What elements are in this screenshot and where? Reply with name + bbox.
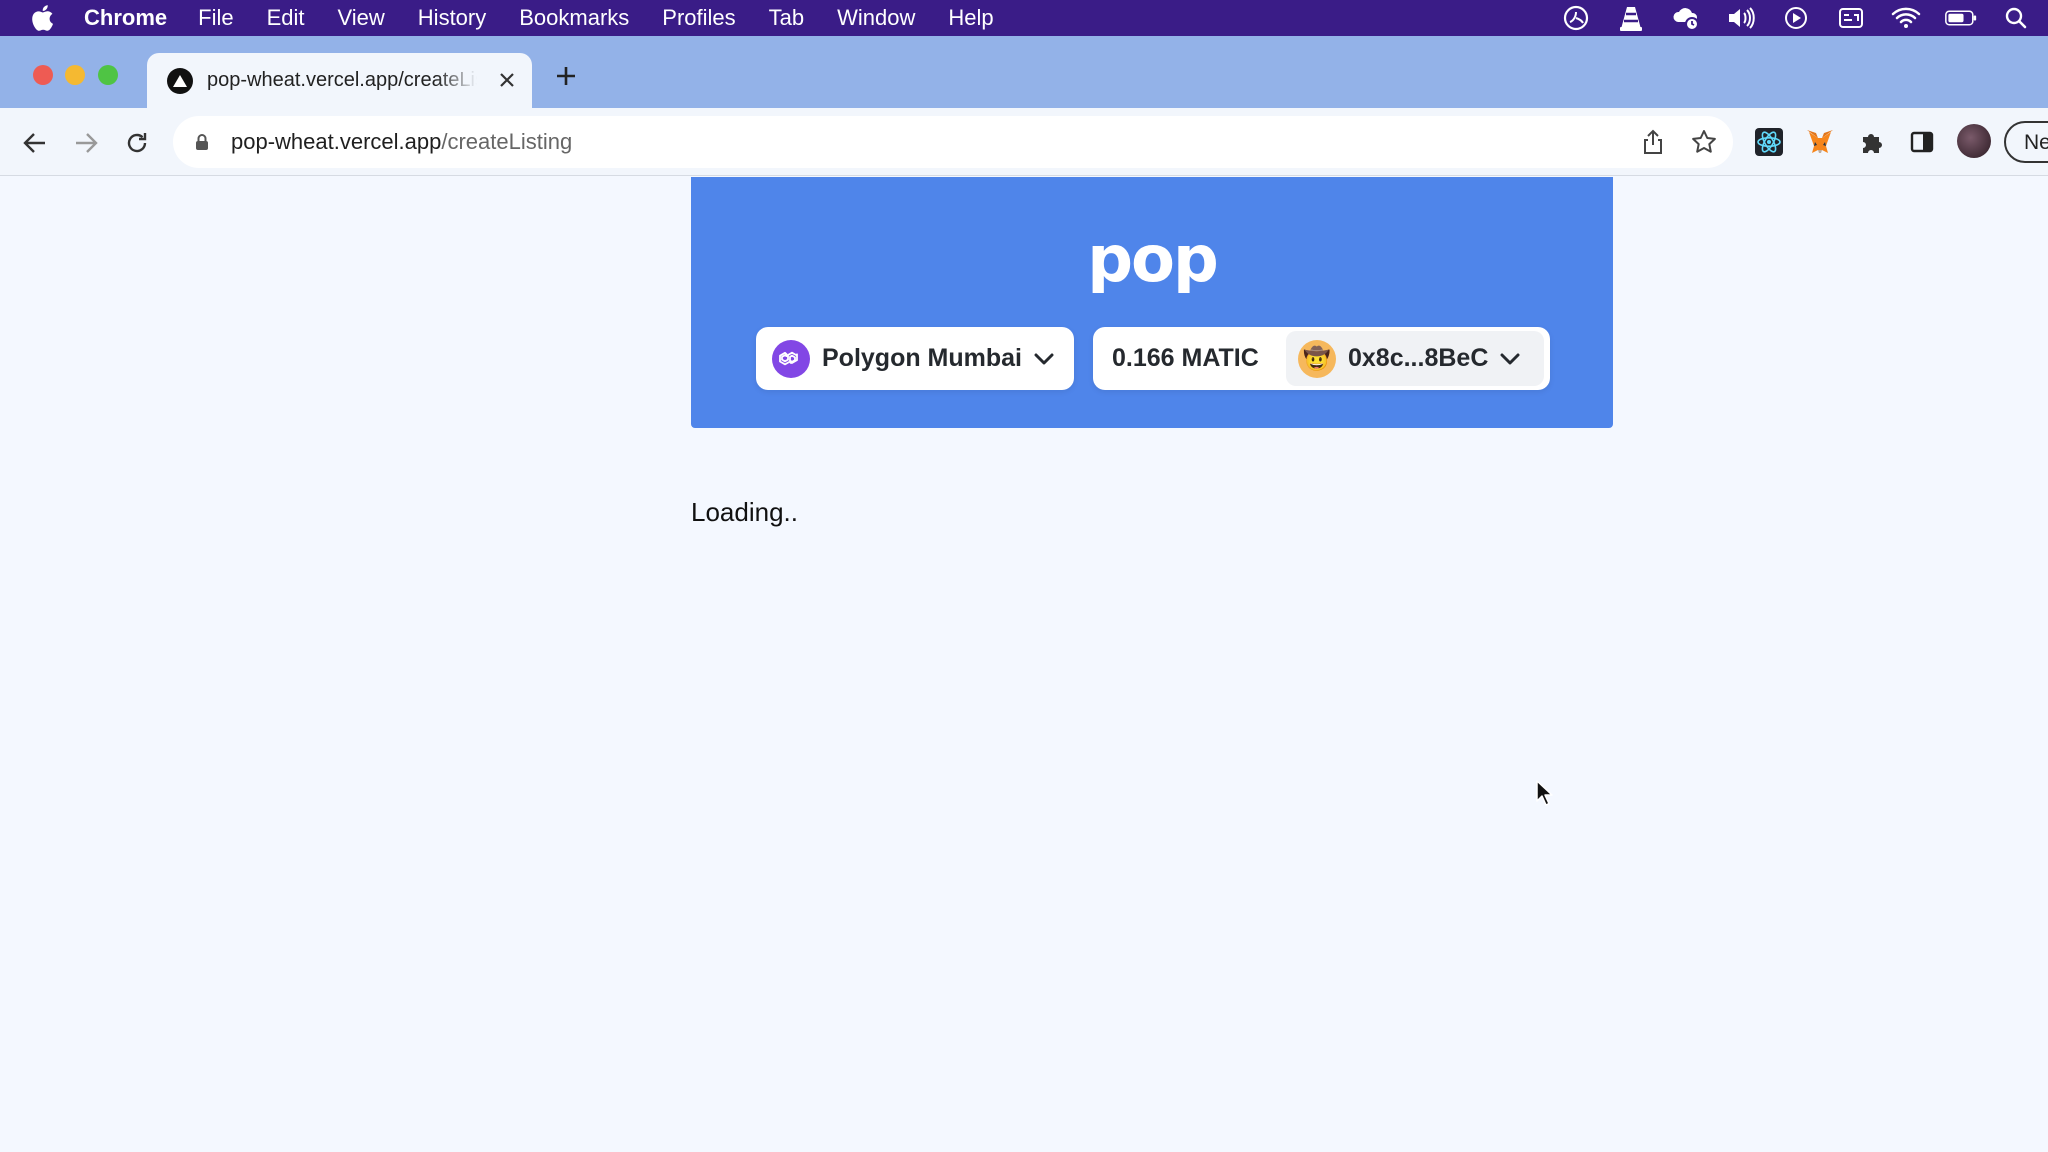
status-icons xyxy=(1537,0,2048,36)
profile-avatar[interactable] xyxy=(1957,124,1991,158)
profile-button[interactable]: New xyxy=(2004,121,2048,163)
forward-arrow-icon[interactable] xyxy=(71,128,101,158)
vlc-cone-icon[interactable] xyxy=(1615,0,1647,36)
tab-close-icon[interactable] xyxy=(496,69,518,91)
new-tab-icon[interactable] xyxy=(553,63,579,89)
back-arrow-icon[interactable] xyxy=(20,128,50,158)
menu-help[interactable]: Help xyxy=(948,5,993,31)
chevron-down-icon xyxy=(1034,352,1056,366)
menu-history[interactable]: History xyxy=(418,5,486,31)
lock-icon[interactable] xyxy=(195,132,213,152)
pop-logo[interactable]: pop xyxy=(1072,231,1232,293)
menu-profiles[interactable]: Profiles xyxy=(662,5,735,31)
loading-text: Loading.. xyxy=(691,497,798,527)
volume-icon[interactable] xyxy=(1725,0,1757,36)
address-bar[interactable]: pop-wheat.vercel.app/createListing xyxy=(173,116,1733,168)
menu-app-name[interactable]: Chrome xyxy=(84,5,167,31)
network-selector-button[interactable]: Polygon Mumbai xyxy=(756,327,1074,390)
wifi-icon[interactable] xyxy=(1890,0,1922,36)
battery-icon[interactable] xyxy=(1945,0,1977,36)
menu-window[interactable]: Window xyxy=(837,5,915,31)
url-host: pop-wheat.vercel.app xyxy=(231,129,442,154)
window-minimize-button[interactable] xyxy=(65,65,85,85)
address-pill[interactable]: 🤠 0x8c...8BeC xyxy=(1286,331,1544,386)
network-name: Polygon Mumbai xyxy=(822,344,1022,372)
window-close-button[interactable] xyxy=(33,65,53,85)
tab-title: pop-wheat.vercel.app/createListing xyxy=(207,69,477,91)
cloud-sync-icon[interactable] xyxy=(1670,0,1702,36)
mouse-cursor-icon xyxy=(1536,780,1553,806)
wallet-address: 0x8c...8BeC xyxy=(1348,344,1489,372)
display-icon[interactable] xyxy=(1835,0,1867,36)
vercel-favicon-icon xyxy=(167,67,193,94)
browser-tab-active[interactable]: pop-wheat.vercel.app/createListing xyxy=(147,53,532,108)
share-icon[interactable] xyxy=(1640,129,1666,155)
svg-text:pop: pop xyxy=(1087,231,1217,293)
tab-strip: pop-wheat.vercel.app/createListing xyxy=(0,36,2048,108)
play-circle-icon[interactable] xyxy=(1780,0,1812,36)
url-path: /createListing xyxy=(441,129,573,154)
side-panel-icon[interactable] xyxy=(1907,127,1937,157)
spotlight-search-icon[interactable] xyxy=(2000,0,2032,36)
menu-bookmarks[interactable]: Bookmarks xyxy=(519,5,629,31)
chevron-down-icon xyxy=(1500,352,1522,366)
window-zoom-button[interactable] xyxy=(98,65,118,85)
polygon-chain-icon xyxy=(772,339,810,378)
browser-toolbar: pop-wheat.vercel.app/createListing New xyxy=(0,108,2048,176)
account-button[interactable]: 0.166 MATIC 🤠 0x8c...8BeC xyxy=(1093,327,1550,390)
menu-bar: Chrome File Edit View History Bookmarks … xyxy=(0,0,2048,36)
bookmark-star-icon[interactable] xyxy=(1691,129,1717,155)
react-devtools-icon[interactable] xyxy=(1754,127,1784,157)
screen-time-icon[interactable] xyxy=(1560,0,1592,36)
menu-file[interactable]: File xyxy=(198,5,233,31)
apple-logo-icon[interactable] xyxy=(30,4,58,32)
account-avatar: 🤠 xyxy=(1298,339,1336,378)
menu-tab[interactable]: Tab xyxy=(769,5,804,31)
menu-view[interactable]: View xyxy=(338,5,385,31)
extensions-puzzle-icon[interactable] xyxy=(1857,127,1887,157)
metamask-fox-icon[interactable] xyxy=(1805,127,1835,157)
reload-icon[interactable] xyxy=(122,128,152,158)
page-content: pop Polygon Mumbai 0.166 MATIC 🤠 0x8c...… xyxy=(0,177,2048,1152)
wallet-balance: 0.166 MATIC xyxy=(1112,344,1259,372)
app-header: pop Polygon Mumbai 0.166 MATIC 🤠 0x8c...… xyxy=(691,177,1613,428)
menu-edit[interactable]: Edit xyxy=(267,5,305,31)
url-text[interactable]: pop-wheat.vercel.app/createListing xyxy=(231,129,572,155)
